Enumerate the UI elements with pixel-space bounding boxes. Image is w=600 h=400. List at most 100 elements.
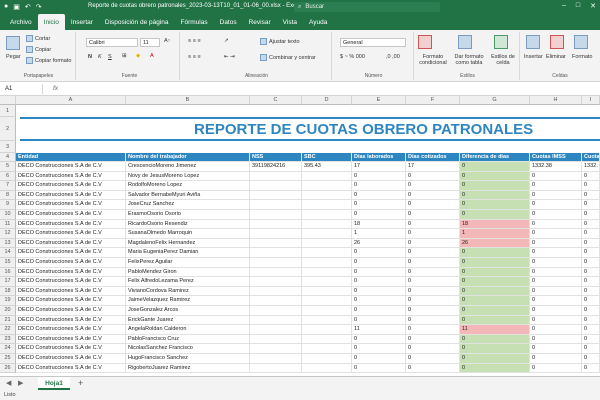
cell-sbc[interactable]	[302, 354, 352, 364]
cell-fee[interactable]: 0	[582, 315, 600, 326]
cell-fee[interactable]: 0	[582, 210, 600, 220]
row-header-18[interactable]: 18	[0, 286, 16, 297]
cell-nss[interactable]	[250, 258, 302, 268]
cell-sbc[interactable]	[302, 267, 352, 278]
cell-entity[interactable]: DECO Construcciones S.A de C.V	[16, 181, 126, 191]
cell-fee[interactable]: 0	[582, 258, 600, 268]
cell-days-contributed[interactable]: 0	[406, 171, 460, 182]
cell-imss-fee[interactable]: 0	[530, 258, 582, 268]
font-name-select[interactable]: Calibri	[86, 38, 138, 47]
cell-fee[interactable]: 0	[582, 363, 600, 374]
cell-worker-name[interactable]: MagdalenoFelix Hernandez	[126, 238, 250, 249]
cell-imss-fee[interactable]: 0	[530, 363, 582, 374]
insert-cells-button[interactable]	[526, 35, 542, 49]
cell-days-contributed[interactable]: 0	[406, 190, 460, 201]
row-header-8[interactable]: 8	[0, 190, 16, 201]
cell-days-contributed[interactable]: 0	[406, 315, 460, 326]
cell-days-contributed[interactable]: 0	[406, 354, 460, 364]
fill-color-icon[interactable]: ◆	[136, 53, 140, 59]
cell-imss-fee[interactable]: 0	[530, 354, 582, 364]
cell-worker-name[interactable]: FelixPerez Aguilar	[126, 258, 250, 268]
row-header-9[interactable]: 9	[0, 200, 16, 210]
column-header-b[interactable]: B	[126, 96, 250, 105]
cell-sbc[interactable]	[302, 171, 352, 182]
underline-button[interactable]: S	[108, 54, 112, 60]
header-entity[interactable]: Entidad	[16, 153, 126, 162]
tab-disposicion[interactable]: Disposición de página	[99, 14, 175, 30]
cell-sbc[interactable]	[302, 258, 352, 268]
cell-nss[interactable]: 39119824216	[250, 162, 302, 172]
cell-days-contributed[interactable]: 0	[406, 296, 460, 306]
cell-nss[interactable]	[250, 315, 302, 326]
cell-days-contributed[interactable]: 0	[406, 277, 460, 287]
cell-worker-name[interactable]: CrescencioMoreno Jimenez	[126, 162, 250, 172]
tab-revisar[interactable]: Revisar	[243, 14, 277, 30]
font-color-icon[interactable]: A	[150, 53, 154, 59]
cell-days-difference[interactable]: 0	[460, 354, 530, 364]
orientation-icon[interactable]: ↗	[224, 38, 229, 44]
cell-imss-fee[interactable]: 0	[530, 325, 582, 335]
header-days-worked[interactable]: Días laborados	[352, 153, 406, 162]
format-table-button[interactable]	[458, 35, 474, 49]
cell-sbc[interactable]	[302, 334, 352, 345]
cell-worker-name[interactable]: HugoFrancisco Sanchez	[126, 354, 250, 364]
cell-fee[interactable]: 0	[582, 286, 600, 297]
cell-fee[interactable]: 0	[582, 238, 600, 249]
cell-fee[interactable]: 0	[582, 181, 600, 191]
cell-days-worked[interactable]: 0	[352, 248, 406, 258]
cell-imss-fee[interactable]: 0	[530, 229, 582, 239]
cell-days-contributed[interactable]: 0	[406, 334, 460, 345]
cell-nss[interactable]	[250, 181, 302, 191]
cell-days-contributed[interactable]: 0	[406, 344, 460, 354]
cell-days-contributed[interactable]: 17	[406, 162, 460, 172]
decimals-icon[interactable]: ,0 ,00	[386, 54, 400, 60]
cell-days-worked[interactable]: 0	[352, 296, 406, 306]
cell-sbc[interactable]	[302, 306, 352, 316]
cell-imss-fee[interactable]: 0	[530, 315, 582, 326]
cell-imss-fee[interactable]: 0	[530, 238, 582, 249]
cell-days-contributed[interactable]: 0	[406, 363, 460, 374]
cell-worker-name[interactable]: JoseCruz Sanchez	[126, 200, 250, 210]
cell-days-difference[interactable]: 18	[460, 219, 530, 230]
cell-worker-name[interactable]: Maria EugeniaPerez Damian	[126, 248, 250, 258]
cell-worker-name[interactable]: JoseGonzalez Arcos	[126, 306, 250, 316]
cell-worker-name[interactable]: RicardoOsorio Resendiz	[126, 219, 250, 230]
currency-icon[interactable]: $ ~ % 000	[340, 54, 365, 60]
cell-days-worked[interactable]: 1	[352, 229, 406, 239]
cell-sbc[interactable]	[302, 286, 352, 297]
search-box[interactable]: ⌕ Buscar	[294, 2, 440, 12]
cell-days-worked[interactable]: 0	[352, 258, 406, 268]
cell-days-difference[interactable]: 0	[460, 344, 530, 354]
cell-days-worked[interactable]: 17	[352, 162, 406, 172]
align-left-icon[interactable]: ≡ ≡ ≡	[188, 54, 201, 60]
cell-days-contributed[interactable]: 0	[406, 325, 460, 335]
select-all-corner[interactable]	[0, 96, 16, 105]
cell-sbc[interactable]	[302, 363, 352, 374]
cell-days-difference[interactable]: 0	[460, 258, 530, 268]
cell-imss-fee[interactable]: 0	[530, 219, 582, 230]
tab-formulas[interactable]: Fórmulas	[175, 14, 214, 30]
row-header-15[interactable]: 15	[0, 258, 16, 268]
cell-entity[interactable]: DECO Construcciones S.A de C.V	[16, 286, 126, 297]
row-header-7[interactable]: 7	[0, 181, 16, 191]
cell-styles-button[interactable]	[494, 35, 510, 49]
copy-button[interactable]: Copiar	[26, 46, 51, 53]
tab-insertar[interactable]: Insertar	[65, 14, 99, 30]
cell-worker-name[interactable]: AngelaRoldan Calderon	[126, 325, 250, 335]
borders-icon[interactable]: ⊞	[122, 53, 127, 59]
cell-days-worked[interactable]: 18	[352, 219, 406, 230]
cell-days-difference[interactable]: 1	[460, 229, 530, 239]
cell-days-difference[interactable]: 11	[460, 325, 530, 335]
cell-entity[interactable]: DECO Construcciones S.A de C.V	[16, 238, 126, 249]
cell-sbc[interactable]: 395.43	[302, 162, 352, 172]
cell-days-worked[interactable]: 0	[352, 190, 406, 201]
cell-days-contributed[interactable]: 0	[406, 306, 460, 316]
cell-imss-fee[interactable]: 0	[530, 344, 582, 354]
cell-days-contributed[interactable]: 0	[406, 267, 460, 278]
cell-worker-name[interactable]: Novy de JesusMoreno Lopez	[126, 171, 250, 182]
cell-days-worked[interactable]: 0	[352, 171, 406, 182]
cell-worker-name[interactable]: ErasmoOsorio Osorio	[126, 210, 250, 220]
cell-worker-name[interactable]: JaimeVelazquez Ramirez	[126, 296, 250, 306]
cell-days-difference[interactable]: 0	[460, 200, 530, 210]
cell-fee[interactable]: 0	[582, 344, 600, 354]
